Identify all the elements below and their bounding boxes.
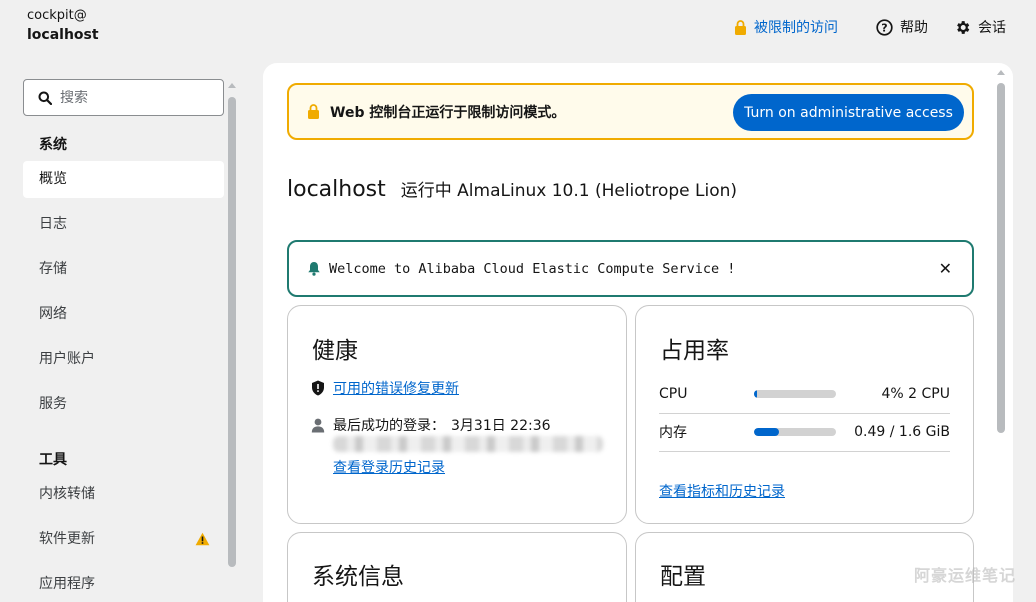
limited-access-label: 被限制的访问 <box>754 20 838 36</box>
watermark: 阿豪运维笔记 <box>913 566 1016 585</box>
memory-usage-bar <box>754 428 836 436</box>
login-history-link[interactable]: 查看登录历史记录 <box>333 457 445 477</box>
system-info-card: 系统信息 <box>287 532 627 602</box>
bell-icon <box>308 262 320 276</box>
help-label: 帮助 <box>900 20 928 36</box>
limited-access-button[interactable]: 被限制的访问 <box>734 17 838 37</box>
svg-text:?: ? <box>881 21 887 34</box>
session-button[interactable]: 会话 <box>954 17 1006 37</box>
usage-title: 占用率 <box>660 338 729 364</box>
limited-access-alert: Web 控制台正运行于限制访问模式。 Turn on administrativ… <box>287 83 974 140</box>
sidebar-scrollbar[interactable] <box>228 97 236 567</box>
help-button[interactable]: ? 帮助 <box>876 17 928 37</box>
sidebar-item-logs[interactable]: 日志 <box>23 206 224 243</box>
cpu-usage-bar <box>754 390 836 398</box>
memory-usage-row: 内存 0.49 / 1.6 GiB <box>659 413 950 451</box>
session-label: 会话 <box>978 20 1006 36</box>
redacted-login-source <box>333 436 603 452</box>
last-login-label: 最后成功的登录： <box>333 418 445 434</box>
host-user: cockpit@ <box>27 8 87 23</box>
memory-value: 0.49 / 1.6 GiB <box>854 424 950 440</box>
warning-icon <box>195 532 210 546</box>
last-login-time: 3月31日 22:36 <box>451 418 551 434</box>
updates-link[interactable]: 可用的错误修复更新 <box>333 378 459 398</box>
sidebar-item-storage[interactable]: 存储 <box>23 251 224 288</box>
usage-divider <box>659 451 950 452</box>
lock-icon <box>735 19 746 35</box>
sidebar-item-kdump[interactable]: 内核转储 <box>23 476 224 513</box>
top-nav: 被限制的访问 ? 帮助 会话 <box>734 17 1006 37</box>
lock-icon <box>308 104 319 119</box>
page-title: localhost 运行中 AlmaLinux 10.1 (Heliotrope… <box>287 176 737 202</box>
config-title: 配置 <box>660 564 706 590</box>
alert-message: Web 控制台正运行于限制访问模式。 <box>330 104 566 121</box>
health-title: 健康 <box>312 338 358 364</box>
system-info-title: 系统信息 <box>312 564 404 590</box>
sidebar-item-network[interactable]: 网络 <box>23 296 224 333</box>
search-icon <box>38 91 52 105</box>
welcome-alert: Welcome to Alibaba Cloud Elastic Compute… <box>287 240 974 297</box>
welcome-message: Welcome to Alibaba Cloud Elastic Compute… <box>329 260 736 277</box>
sidebar-item-applications[interactable]: 应用程序 <box>23 566 224 602</box>
help-icon: ? <box>876 18 893 36</box>
updates-row: 可用的错误修复更新 <box>311 378 459 398</box>
main-scroll-up[interactable] <box>997 70 1005 75</box>
nav-section-system: 系统 <box>39 137 67 153</box>
gear-icon <box>957 20 970 34</box>
sidebar-item-overview[interactable]: 概览 <box>23 161 224 198</box>
search-box[interactable] <box>23 79 224 116</box>
sidebar-item-software-updates[interactable]: 软件更新 <box>23 521 224 558</box>
cpu-value: 4% 2 CPU <box>881 386 950 402</box>
sidebar-item-services[interactable]: 服务 <box>23 386 224 423</box>
last-login-row: 最后成功的登录： 3月31日 22:36 <box>311 415 551 435</box>
shield-icon <box>312 380 324 396</box>
search-input[interactable] <box>60 89 210 106</box>
sidebar-scroll-up[interactable] <box>228 83 236 88</box>
metrics-history-link[interactable]: 查看指标和历史记录 <box>659 481 785 501</box>
page-os: 运行中 AlmaLinux 10.1 (Heliotrope Lion) <box>400 181 738 201</box>
admin-access-button[interactable]: Turn on administrative access <box>733 94 964 131</box>
main-scrollbar[interactable] <box>997 83 1005 433</box>
cpu-label: CPU <box>659 386 688 402</box>
nav-section-tools: 工具 <box>39 452 67 468</box>
host-switcher[interactable]: cockpit@ localhost <box>27 9 99 42</box>
memory-label: 内存 <box>659 425 687 441</box>
sidebar-item-accounts[interactable]: 用户账户 <box>23 341 224 378</box>
host-name: localhost <box>27 27 99 43</box>
close-icon[interactable]: ✕ <box>939 259 952 278</box>
cpu-usage-row: CPU 4% 2 CPU <box>659 375 950 413</box>
cpu-usage-fill <box>754 390 758 398</box>
memory-usage-fill <box>754 428 779 436</box>
page-hostname: localhost <box>287 177 386 202</box>
sidebar-item-label: 软件更新 <box>39 531 95 547</box>
user-icon <box>311 418 325 432</box>
